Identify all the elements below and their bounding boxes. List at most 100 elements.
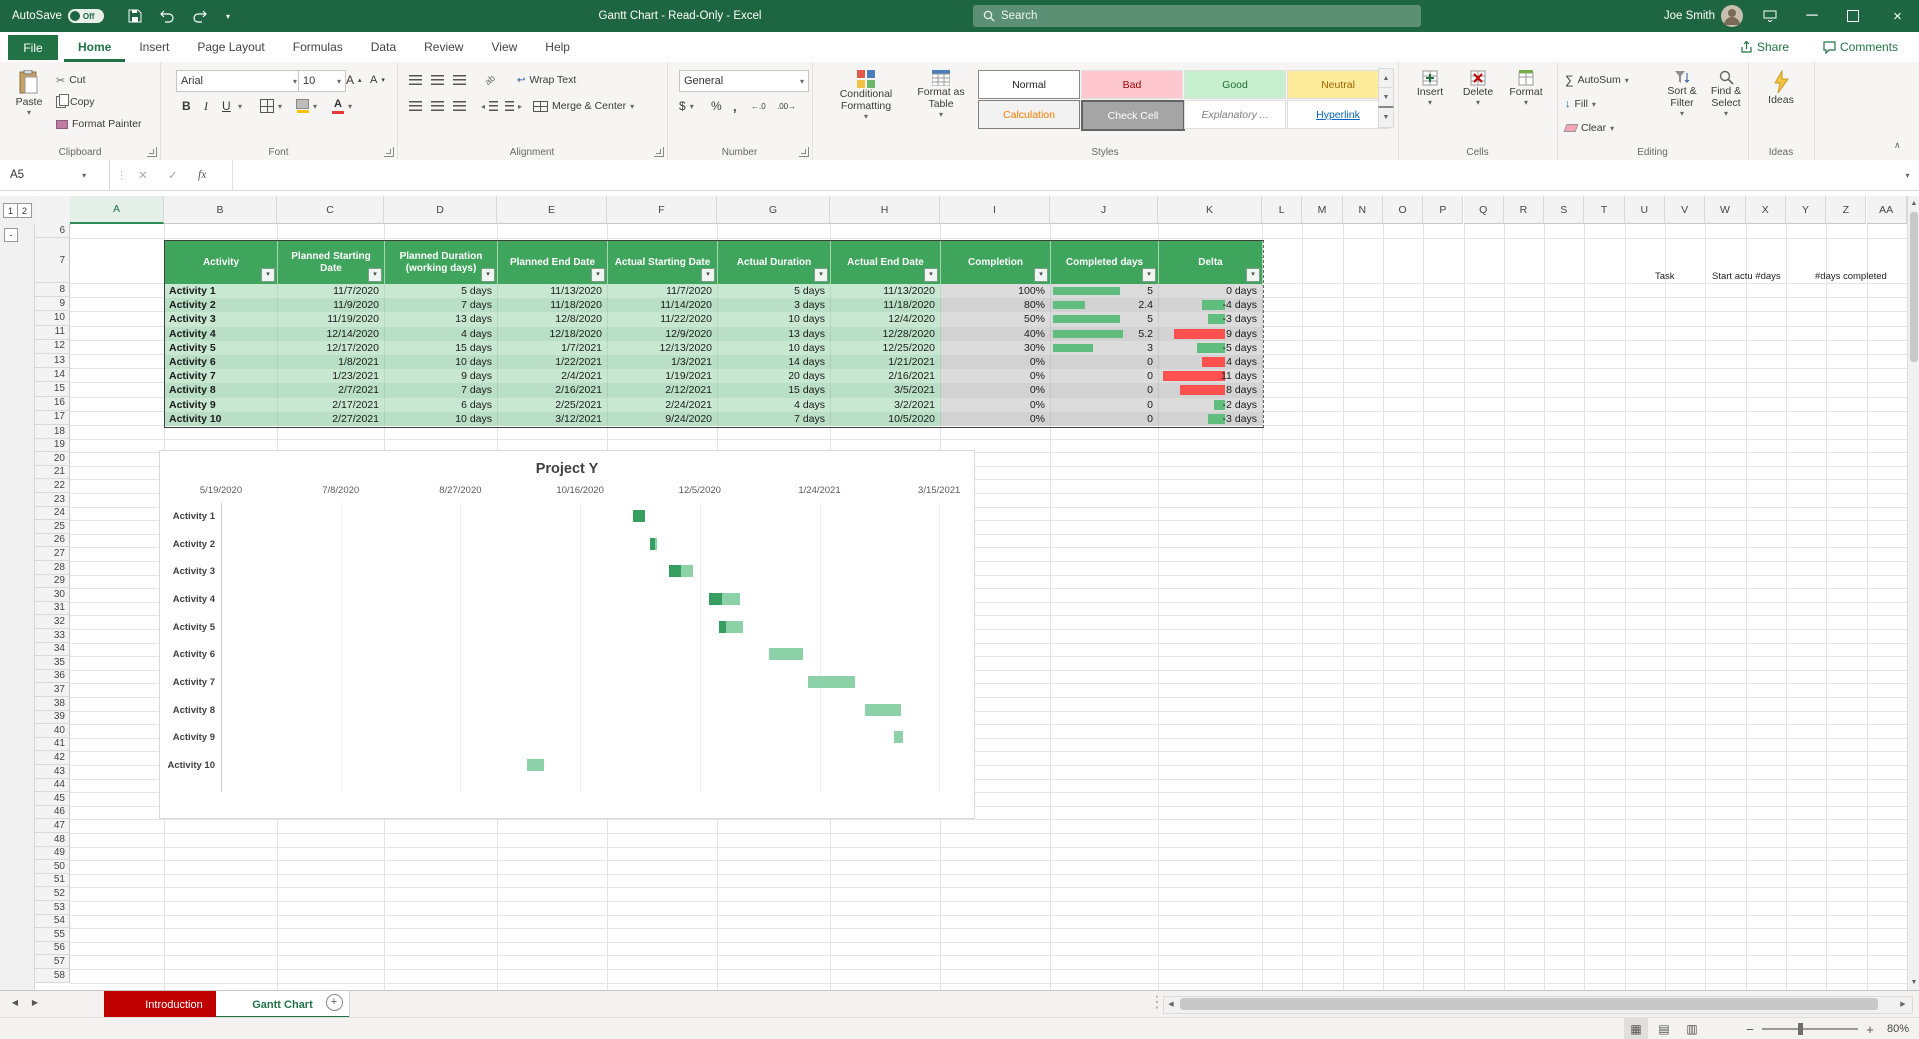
row-header-38[interactable]: 38 (34, 697, 70, 711)
cell-planned_end-row3[interactable]: 12/8/2020 (498, 312, 608, 326)
row-header-21[interactable]: 21 (34, 466, 70, 480)
bold-button[interactable]: B (182, 96, 191, 116)
font-dialog-launcher[interactable] (384, 147, 394, 157)
cell-style-calculation[interactable]: Calculation (978, 100, 1080, 129)
column-header-A[interactable]: A (70, 196, 164, 224)
cell-style-hyperlink[interactable]: Hyperlink (1287, 100, 1389, 129)
cell-completion-row3[interactable]: 50% (941, 312, 1051, 326)
collapse-ribbon-button[interactable]: ∧ (1894, 140, 1901, 151)
row-header-6[interactable]: 6 (34, 224, 70, 238)
table-header-planned_start[interactable]: Planned Starting Date▾ (278, 241, 385, 284)
clipboard-dialog-launcher[interactable] (147, 147, 157, 157)
cell-activity-row3[interactable]: Activity 3 (165, 312, 278, 326)
table-header-completion[interactable]: Completion▾ (941, 241, 1051, 284)
cancel-entry-button[interactable]: ✕ (138, 160, 148, 190)
align-bottom-button[interactable] (453, 70, 466, 90)
vertical-scroll-thumb[interactable] (1910, 212, 1918, 362)
table-header-planned_end[interactable]: Planned End Date▾ (498, 241, 608, 284)
cell-planned_start-row4[interactable]: 12/14/2020 (278, 327, 385, 341)
row-header-14[interactable]: 14 (34, 368, 70, 382)
table-header-planned_duration[interactable]: Planned Duration (working days)▾ (385, 241, 498, 284)
filter-button-delta[interactable]: ▾ (1246, 268, 1260, 282)
row-header-42[interactable]: 42 (34, 751, 70, 765)
cell-delta-row6[interactable]: 4 days (1159, 355, 1263, 369)
column-header-M[interactable]: M (1302, 196, 1342, 224)
cell-activity-row6[interactable]: Activity 6 (165, 355, 278, 369)
cell-actual_start-row1[interactable]: 11/7/2020 (608, 284, 718, 298)
row-header-44[interactable]: 44 (34, 779, 70, 793)
paste-button[interactable]: Paste ▾ (8, 66, 50, 146)
column-header-G[interactable]: G (717, 196, 830, 224)
cell-actual_duration-row10[interactable]: 7 days (718, 412, 831, 426)
cell-completed_days-row3[interactable]: 5 (1051, 312, 1159, 326)
cell-activity-row9[interactable]: Activity 9 (165, 398, 278, 412)
row-header-30[interactable]: 30 (34, 588, 70, 602)
tab-data[interactable]: Data (357, 32, 410, 62)
zoom-slider-track[interactable] (1762, 1028, 1858, 1030)
cell-actual_end-row10[interactable]: 10/5/2020 (831, 412, 941, 426)
underline-caret[interactable]: ▾ (238, 96, 242, 116)
name-box-splitter[interactable]: ⋮ (116, 160, 128, 190)
column-header-Q[interactable]: Q (1464, 196, 1504, 224)
decrease-decimal-button[interactable]: .00→ (777, 96, 796, 116)
filter-button-actual_duration[interactable]: ▾ (814, 268, 828, 282)
styles-more-button[interactable]: ▼ (1378, 106, 1394, 128)
number-format-select[interactable]: General▾ (679, 70, 809, 92)
row-header-50[interactable]: 50 (34, 860, 70, 874)
align-middle-button[interactable] (431, 70, 444, 90)
accounting-format-button[interactable]: $▾ (679, 96, 694, 116)
row-header-53[interactable]: 53 (34, 901, 70, 915)
wrap-text-button[interactable]: ↩Wrap Text (517, 70, 576, 90)
tab-help[interactable]: Help (531, 32, 584, 62)
align-top-button[interactable] (409, 70, 422, 90)
column-header-T[interactable]: T (1584, 196, 1624, 224)
row-header-45[interactable]: 45 (34, 792, 70, 806)
tab-review[interactable]: Review (410, 32, 477, 62)
cell-activity-row5[interactable]: Activity 5 (165, 341, 278, 355)
horizontal-scrollbar[interactable]: ◀ ▶ (1163, 996, 1913, 1014)
h-scroll-right-arrow[interactable]: ▶ (1896, 997, 1910, 1011)
cell-completion-row2[interactable]: 80% (941, 298, 1051, 312)
borders-button[interactable]: ▾ (260, 96, 282, 116)
page-break-view-button[interactable]: ▥ (1680, 1018, 1704, 1039)
filter-button-actual_start[interactable]: ▾ (701, 268, 715, 282)
table-header-delta[interactable]: Delta▾ (1159, 241, 1263, 284)
copy-button[interactable]: Copy (56, 92, 95, 112)
row-header-58[interactable]: 58 (34, 969, 70, 983)
row-header-33[interactable]: 33 (34, 629, 70, 643)
table-header-completed_days[interactable]: Completed days▾ (1051, 241, 1159, 284)
tab-insert[interactable]: Insert (125, 32, 183, 62)
table-header-actual_start[interactable]: Actual Starting Date▾ (608, 241, 718, 284)
row-header-26[interactable]: 26 (34, 534, 70, 548)
sort-filter-button[interactable]: Sort & Filter▾ (1661, 66, 1703, 146)
cell-actual_start-row4[interactable]: 12/9/2020 (608, 327, 718, 341)
column-header-L[interactable]: L (1262, 196, 1302, 224)
italic-button[interactable]: I (204, 96, 208, 116)
cell-actual_start-row9[interactable]: 2/24/2021 (608, 398, 718, 412)
cell-completion-row5[interactable]: 30% (941, 341, 1051, 355)
row-header-52[interactable]: 52 (34, 887, 70, 901)
cell-planned_start-row1[interactable]: 11/7/2020 (278, 284, 385, 298)
conditional-formatting-button[interactable]: Conditional Formatting ▾ (828, 66, 904, 146)
cell-planned_end-row5[interactable]: 1/7/2021 (498, 341, 608, 355)
cell-actual_end-row5[interactable]: 12/25/2020 (831, 341, 941, 355)
cell-delta-row2[interactable]: -4 days (1159, 298, 1263, 312)
formula-bar-expand-button[interactable]: ▾ (1896, 160, 1919, 190)
cell-actual_start-row5[interactable]: 12/13/2020 (608, 341, 718, 355)
styles-scroll-down-button[interactable]: ▼ (1378, 87, 1394, 108)
cell-completed_days-row1[interactable]: 5 (1051, 284, 1159, 298)
row-header-46[interactable]: 46 (34, 806, 70, 820)
cell-planned_duration-row9[interactable]: 6 days (385, 398, 498, 412)
cell-completion-row10[interactable]: 0% (941, 412, 1051, 426)
normal-view-button[interactable]: ▦ (1624, 1018, 1648, 1039)
formula-input[interactable] (232, 160, 1893, 190)
row-header-32[interactable]: 32 (34, 615, 70, 629)
row-header-15[interactable]: 15 (34, 382, 70, 396)
cell-planned_duration-row5[interactable]: 15 days (385, 341, 498, 355)
cell-style-neutral[interactable]: Neutral (1287, 70, 1389, 99)
cell-activity-row1[interactable]: Activity 1 (165, 284, 278, 298)
cut-button[interactable]: ✂Cut (56, 70, 86, 90)
filter-button-completed_days[interactable]: ▾ (1142, 268, 1156, 282)
account-name[interactable]: Joe Smith (1645, 0, 1715, 32)
column-header-C[interactable]: C (277, 196, 384, 224)
